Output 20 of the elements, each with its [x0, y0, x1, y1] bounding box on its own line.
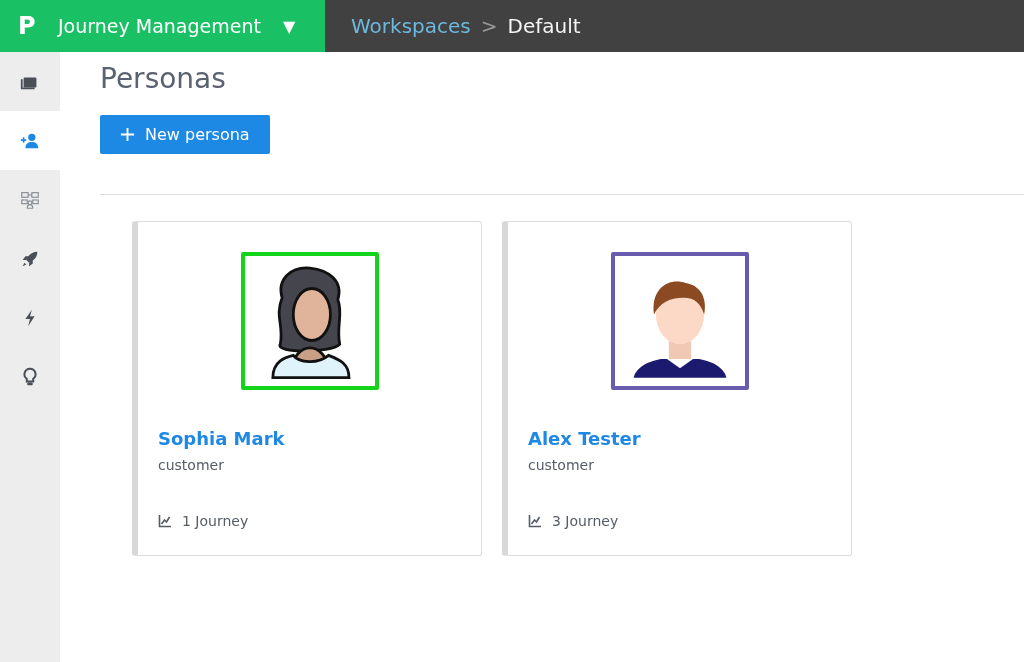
new-persona-button[interactable]: New persona — [100, 115, 270, 154]
persona-role: customer — [158, 457, 225, 473]
persona-card[interactable]: Sophia Mark customer 1 Journey — [132, 221, 482, 556]
persona-name[interactable]: Sophia Mark — [158, 428, 481, 449]
app-title: Journey Management — [58, 15, 261, 37]
persona-name[interactable]: Alex Tester — [528, 428, 851, 449]
dropdown-caret[interactable]: ▼ — [282, 16, 296, 36]
journey-count: 1 Journey — [182, 513, 249, 529]
app-logo: P — [18, 12, 37, 40]
line-chart-icon — [158, 514, 172, 528]
line-chart-icon — [528, 514, 542, 528]
persona-role: customer — [528, 457, 595, 473]
sidebar-item[interactable] — [0, 111, 60, 170]
persona-card[interactable]: Alex Tester customer 3 Journey — [502, 221, 852, 556]
breadcrumb-link[interactable]: Workspaces — [351, 14, 471, 38]
page-title: Personas — [100, 62, 227, 95]
journey-count: 3 Journey — [552, 513, 619, 529]
plus-icon — [120, 127, 135, 142]
breadcrumb-current: Default — [507, 14, 581, 38]
breadcrumb-separator: > — [480, 14, 498, 38]
